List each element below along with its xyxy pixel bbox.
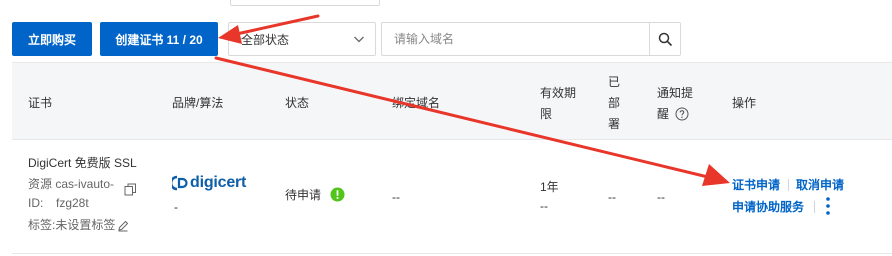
header-deployed: 已 部 署 <box>608 72 620 135</box>
search-button[interactable] <box>649 22 681 56</box>
digicert-logo-text: digicert <box>190 174 247 191</box>
table-row: DigiCert 免费版 SSL 资源 cas-ivauto- ID: fzg2… <box>12 140 892 254</box>
edit-icon[interactable] <box>117 220 129 232</box>
header-actions: 操作 <box>732 96 757 110</box>
cancel-application-link[interactable]: 取消申请 <box>796 176 844 194</box>
header-deployed-line2: 部 <box>608 96 621 110</box>
status-filter-select[interactable]: 全部状态 <box>228 22 376 56</box>
validity-value: 1年 <box>540 180 559 194</box>
header-notify: 通知提 醒 <box>657 83 693 125</box>
tag-label[interactable]: 标签:未设置标签 <box>28 216 129 234</box>
tag-label-text: 标签:未设置标签 <box>28 218 116 232</box>
header-validity-line2: 限 <box>540 107 553 121</box>
action-separator <box>788 179 789 191</box>
top-partial-element <box>230 0 380 6</box>
buy-now-button[interactable]: 立即购买 <box>12 22 92 56</box>
header-notify-line2: 醒 <box>657 107 670 121</box>
search-icon <box>658 32 672 46</box>
header-notify-line1: 通知提 <box>657 86 694 100</box>
header-cert: 证书 <box>28 96 53 110</box>
digicert-logo: digicert <box>172 174 246 192</box>
header-deployed-line3: 署 <box>608 117 621 131</box>
header-status: 状态 <box>285 96 310 110</box>
action-separator <box>814 201 815 213</box>
domain-value: -- <box>392 190 400 204</box>
header-validity: 有效期 限 <box>540 83 576 125</box>
digicert-mark-icon <box>172 175 188 191</box>
brand-algorithm: - <box>174 200 178 214</box>
status-filter-value: 全部状态 <box>241 32 290 47</box>
header-deployed-line1: 已 <box>608 75 621 89</box>
header-brand: 品牌/算法 <box>172 96 224 110</box>
apply-certificate-link[interactable]: 证书申请 <box>732 176 780 194</box>
help-icon[interactable] <box>675 107 689 121</box>
table-header: 证书 品牌/算法 状态 绑定域名 有效期 限 已 部 署 通知提 醒 操作 <box>12 62 892 140</box>
deployed-value: -- <box>608 190 616 204</box>
cert-name: DigiCert 免费版 SSL <box>28 156 137 170</box>
domain-search-input[interactable] <box>381 22 649 56</box>
apply-assistance-link[interactable]: 申请协助服务 <box>732 198 804 216</box>
header-domain: 绑定域名 <box>392 96 441 110</box>
copy-icon[interactable] <box>124 183 137 196</box>
resource-id-label: ID: <box>28 196 44 210</box>
chevron-down-icon <box>354 36 364 43</box>
create-certificate-button[interactable]: 创建证书 11 / 20 <box>100 22 218 56</box>
resource-id-value: fzg28t <box>56 196 89 210</box>
notify-value: -- <box>657 190 665 204</box>
header-validity-line1: 有效期 <box>540 86 577 100</box>
more-actions-icon[interactable] <box>824 196 832 216</box>
status-text: 待申请 <box>285 188 322 202</box>
resource-id-line1: 资源 cas-ivauto- <box>28 177 115 191</box>
status-ok-icon <box>330 187 345 202</box>
validity-sub: -- <box>540 199 548 213</box>
status-badge: 待申请 <box>285 186 345 204</box>
